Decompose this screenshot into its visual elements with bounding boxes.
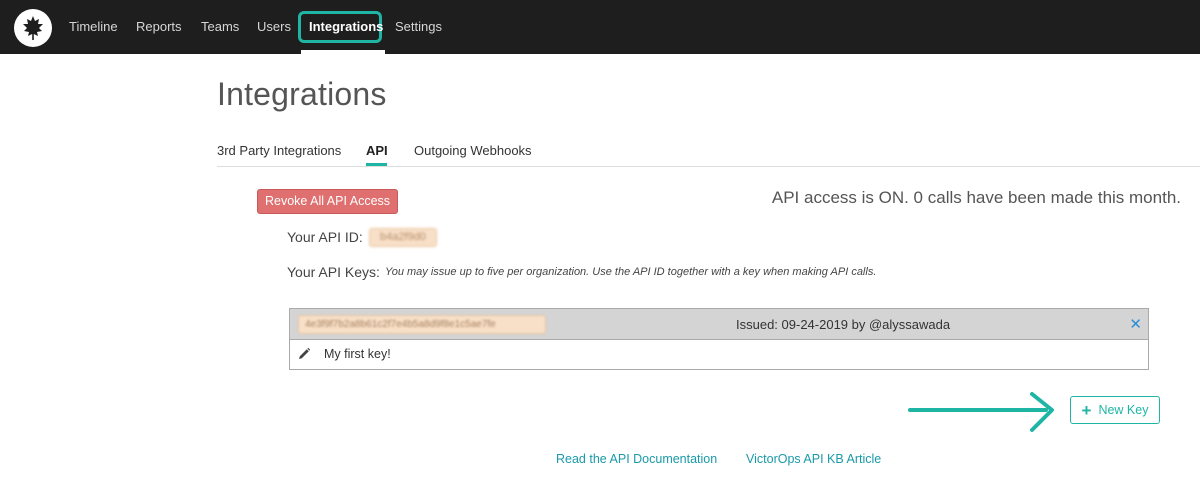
page-title: Integrations — [217, 76, 387, 112]
api-id-label: Your API ID: — [287, 229, 363, 245]
nav-integrations[interactable]: Integrations — [309, 0, 383, 54]
api-key-table: 4e3f9f7b2a8b61c2f7e4b5a8d9f8e1c5ae7fe Is… — [289, 308, 1149, 370]
top-nav: Timeline Reports Teams Users Integration… — [0, 0, 1200, 54]
api-documentation-link[interactable]: Read the API Documentation — [556, 452, 717, 466]
new-key-label: New Key — [1098, 403, 1149, 417]
nav-teams[interactable]: Teams — [201, 0, 239, 54]
tab-active-underline — [366, 163, 387, 166]
nav-active-underline — [301, 50, 385, 54]
plus-icon: + — [1081, 400, 1092, 420]
logo[interactable] — [14, 9, 52, 47]
api-keys-note: You may issue up to five per organizatio… — [385, 266, 877, 278]
api-key-value: 4e3f9f7b2a8b61c2f7e4b5a8d9f8e1c5ae7fe — [298, 315, 546, 334]
delete-key-icon[interactable]: ✕ — [1129, 315, 1142, 333]
kb-article-link[interactable]: VictorOps API KB Article — [746, 452, 881, 466]
tab-api[interactable]: API — [366, 143, 388, 158]
nav-settings[interactable]: Settings — [395, 0, 442, 54]
tab-3rd-party-integrations[interactable]: 3rd Party Integrations — [217, 143, 341, 158]
api-keys-label: Your API Keys: — [287, 264, 380, 280]
tab-outgoing-webhooks[interactable]: Outgoing Webhooks — [414, 143, 532, 158]
nav-timeline[interactable]: Timeline — [69, 0, 118, 54]
api-key-row: 4e3f9f7b2a8b61c2f7e4b5a8d9f8e1c5ae7fe Is… — [290, 309, 1148, 340]
annotation-arrow-icon — [908, 392, 1054, 432]
api-status-text: API access is ON. 0 calls have been made… — [771, 188, 1181, 207]
nav-users[interactable]: Users — [257, 0, 291, 54]
nav-reports[interactable]: Reports — [136, 0, 182, 54]
api-key-issued: Issued: 09-24-2019 by @alyssawada — [736, 317, 951, 332]
pencil-icon[interactable] — [297, 347, 311, 361]
new-key-button[interactable]: + New Key — [1070, 396, 1160, 424]
api-key-name-row[interactable]: My first key! — [290, 340, 1148, 369]
tab-bar: 3rd Party Integrations API Outgoing Webh… — [217, 137, 1200, 167]
leaf-logo-icon — [23, 16, 43, 40]
revoke-all-api-access-button[interactable]: Revoke All API Access — [257, 189, 398, 214]
api-id-value: b4a2f9d0 — [369, 228, 437, 247]
api-key-name: My first key! — [324, 347, 391, 361]
